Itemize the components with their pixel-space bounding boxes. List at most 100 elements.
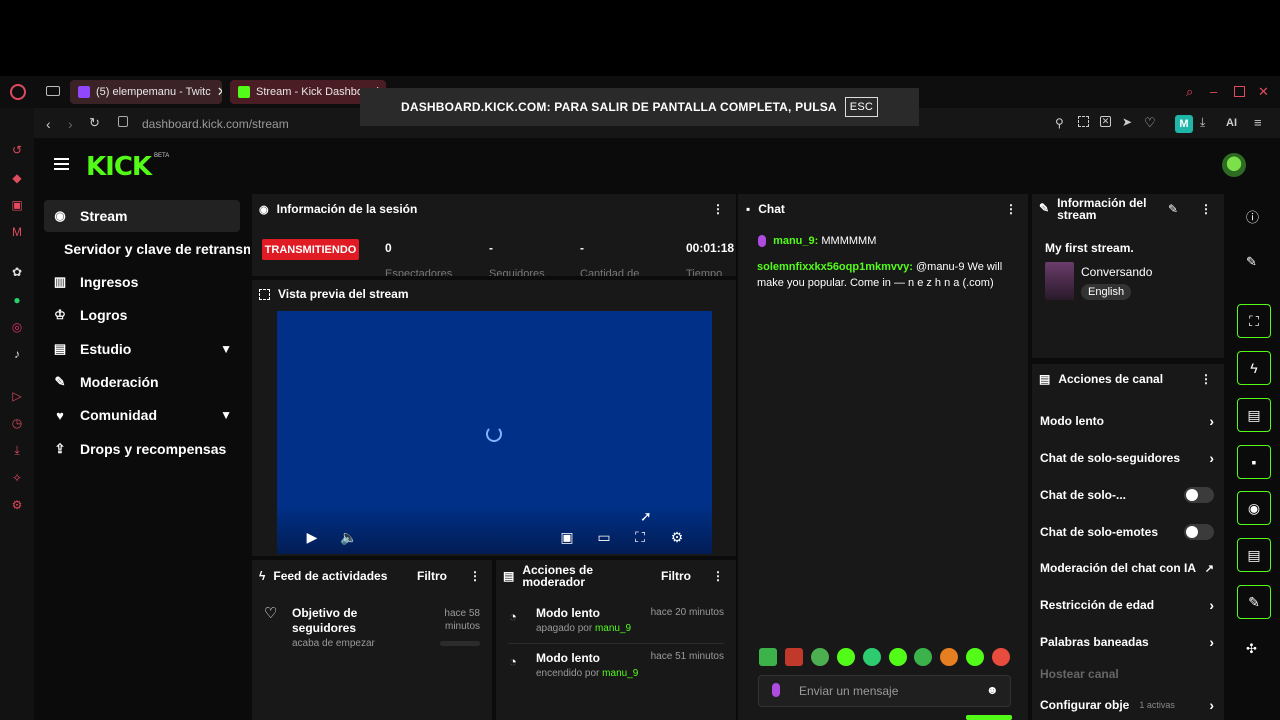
chat-message-input[interactable]: Enviar un mensaje	[758, 675, 1011, 707]
profile-avatar[interactable]: M	[1175, 115, 1193, 133]
reload-icon[interactable]: ↻	[89, 115, 100, 131]
mod-username[interactable]: manu_9	[595, 623, 631, 634]
action-configure-goals[interactable]: Configurar obje 1 activas ›	[1040, 697, 1220, 713]
rail-channel-actions-button[interactable]: ▤	[1237, 538, 1271, 572]
send-button[interactable]	[966, 715, 1012, 720]
nav-comunidad[interactable]: ♥ Comunidad ▼	[44, 399, 240, 431]
emote-icon[interactable]	[914, 648, 932, 666]
emote-icon[interactable]	[966, 648, 984, 666]
close-window-icon[interactable]: ✕	[1258, 84, 1269, 100]
settings-gear-icon[interactable]: ⚙	[668, 528, 686, 546]
emote-icon[interactable]	[992, 648, 1010, 666]
mic-icon[interactable]	[772, 683, 780, 697]
rail-activity-button[interactable]: ϟ	[1237, 351, 1271, 385]
stream-category[interactable]: Conversando	[1081, 265, 1152, 279]
whatsapp-icon[interactable]: ●	[9, 292, 25, 308]
heart-icon[interactable]: ♡	[1144, 115, 1156, 131]
flow-icon[interactable]: ↺	[9, 142, 25, 158]
emote-icon[interactable]	[837, 648, 855, 666]
chatgpt-icon[interactable]: ✿	[9, 264, 25, 280]
volume-icon[interactable]: 🔈	[340, 528, 358, 546]
edit-pencil-icon[interactable]: ✎	[1168, 202, 1178, 216]
ai-button[interactable]: AI	[1226, 117, 1237, 129]
pin-icon[interactable]: ⚲	[1055, 116, 1064, 130]
adblock-icon[interactable]: ✕	[1100, 116, 1111, 127]
activity-filter-button[interactable]: Filtro	[417, 569, 447, 583]
maximize-icon[interactable]	[1234, 86, 1245, 97]
edit-icon[interactable]: ✎	[1246, 254, 1257, 270]
forward-icon[interactable]: ›	[68, 116, 73, 132]
mail-icon[interactable]: M	[9, 224, 25, 240]
nav-server-key[interactable]: Servidor y clave de retransmisión	[56, 233, 250, 265]
emote-icon[interactable]	[759, 648, 777, 666]
minimize-icon[interactable]: –	[1210, 84, 1217, 99]
more-options-icon[interactable]: ⋮	[1005, 202, 1017, 216]
play-icon[interactable]: ▶	[303, 528, 321, 546]
fullscreen-icon[interactable]: ⛶	[631, 528, 649, 546]
hamburger-menu-icon[interactable]	[54, 158, 69, 170]
emote-icon[interactable]	[889, 648, 907, 666]
nav-drops[interactable]: ⇪ Drops y recompensas	[44, 433, 240, 465]
emote-icon[interactable]	[863, 648, 881, 666]
chat-username[interactable]: manu_9:	[773, 235, 818, 247]
action-subs-only[interactable]: Chat de solo-...	[1040, 487, 1220, 503]
emote-icon[interactable]	[785, 648, 803, 666]
pip-icon[interactable]: ▣	[558, 528, 576, 546]
opera-logo-icon[interactable]	[10, 84, 26, 100]
menu-icon[interactable]: ≡	[1254, 115, 1262, 130]
emoji-icon[interactable]: ☻	[986, 683, 999, 697]
user-avatar[interactable]	[1222, 153, 1246, 177]
rail-preview-button[interactable]: ⛶	[1237, 304, 1271, 338]
action-emotes-only[interactable]: Chat de solo-emotes	[1040, 524, 1220, 540]
widgets-icon[interactable]: ✣	[1246, 641, 1257, 657]
messenger-icon[interactable]: ▣	[9, 197, 25, 213]
chat-username[interactable]: solemnfixxkx56oqp1mkmvvy:	[757, 261, 913, 273]
workspaces-icon[interactable]	[46, 86, 60, 96]
download-icon[interactable]: ⤓	[1200, 115, 1205, 130]
more-options-icon[interactable]: ⋮	[469, 569, 481, 583]
rail-chat-button[interactable]: ▪	[1237, 445, 1271, 479]
nav-moderacion[interactable]: ✎ Moderación	[44, 366, 240, 398]
theater-mode-icon[interactable]: ▭	[595, 528, 613, 546]
action-slow-mode[interactable]: Modo lento ›	[1040, 413, 1220, 429]
more-options-icon[interactable]: ⋮	[1200, 372, 1212, 386]
nav-estudio[interactable]: ▤ Estudio ▼	[44, 333, 240, 365]
nav-ingresos[interactable]: ▥ Ingresos	[44, 266, 240, 298]
subs-only-toggle[interactable]	[1184, 487, 1214, 503]
action-age-restriction[interactable]: Restricción de edad ›	[1040, 597, 1220, 613]
mod-username[interactable]: manu_9	[602, 668, 638, 679]
send-icon[interactable]: ➤	[1122, 115, 1132, 129]
emote-icon[interactable]	[811, 648, 829, 666]
player-icon[interactable]: ▷	[9, 388, 25, 404]
tiktok-icon[interactable]: ♪	[9, 346, 25, 362]
info-icon[interactable]: ⓘ	[1246, 207, 1259, 226]
layout-icon: ▤	[1039, 372, 1051, 386]
action-followers-only[interactable]: Chat de solo-seguidores ›	[1040, 450, 1220, 466]
more-options-icon[interactable]: ⋮	[712, 569, 724, 583]
ai-sidebar-icon[interactable]: ◆	[9, 170, 25, 186]
history-icon[interactable]: ◷	[9, 415, 25, 431]
rail-mod-actions-button[interactable]: ▤	[1237, 398, 1271, 432]
emote-icon[interactable]	[940, 648, 958, 666]
screenshot-icon[interactable]	[1078, 116, 1089, 127]
tab-twitch[interactable]: (5) elempemanu - Twitc ✕	[70, 80, 222, 104]
mod-filter-button[interactable]: Filtro	[661, 569, 691, 583]
more-options-icon[interactable]: ⋮	[1200, 202, 1212, 216]
downloads-icon[interactable]: ⤓	[9, 442, 25, 458]
more-options-icon[interactable]: ⋮	[712, 202, 724, 216]
nav-stream[interactable]: ◉ Stream	[44, 200, 240, 232]
instagram-icon[interactable]: ◎	[9, 319, 25, 335]
extensions-icon[interactable]: ✧	[9, 470, 25, 486]
search-tabs-icon[interactable]: ⌕	[1186, 84, 1193, 100]
emotes-only-toggle[interactable]	[1184, 524, 1214, 540]
action-ai-moderation[interactable]: Moderación del chat con IA ↗	[1040, 561, 1220, 575]
rail-session-button[interactable]: ◉	[1237, 491, 1271, 525]
kick-logo[interactable]: KICK	[86, 152, 152, 182]
settings-icon[interactable]: ⚙	[9, 497, 25, 513]
url-field[interactable]: dashboard.kick.com/stream	[142, 117, 289, 131]
close-tab-icon[interactable]: ✕	[217, 84, 222, 100]
back-icon[interactable]: ‹	[46, 116, 51, 132]
rail-stream-info-button[interactable]: ✎	[1237, 585, 1271, 619]
action-banned-words[interactable]: Palabras baneadas ›	[1040, 634, 1220, 650]
nav-logros[interactable]: ♔ Logros	[44, 299, 240, 331]
